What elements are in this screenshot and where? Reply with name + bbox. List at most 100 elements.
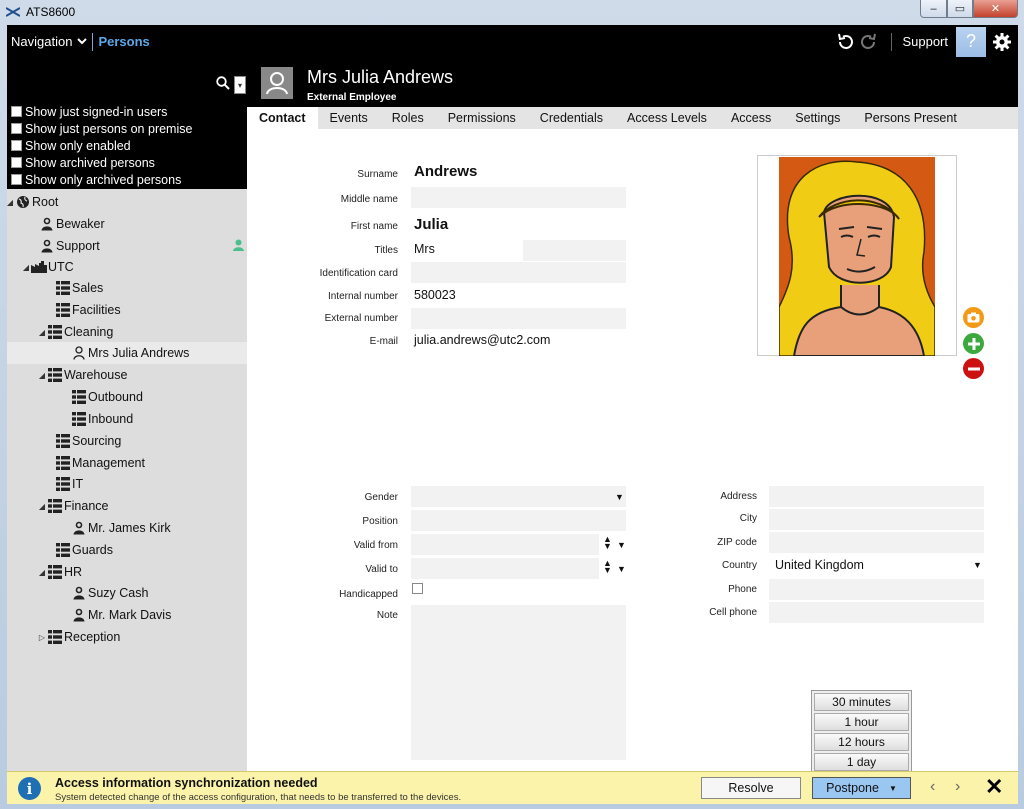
postpone-option[interactable]: 1 day — [814, 753, 909, 771]
breadcrumb-persons[interactable]: Persons — [98, 34, 149, 49]
tab-settings[interactable]: Settings — [783, 107, 852, 129]
tree-node[interactable]: Sourcing — [7, 430, 247, 452]
tab-access-levels[interactable]: Access Levels — [615, 107, 719, 129]
maximize-button[interactable]: ▭ — [947, 0, 973, 18]
filter-option[interactable]: Show only enabled — [7, 137, 247, 154]
tree-node[interactable]: Sales — [7, 277, 247, 299]
cell-phone-field[interactable] — [769, 602, 984, 623]
gear-icon[interactable] — [990, 30, 1014, 54]
gender-select[interactable] — [411, 486, 626, 507]
expander-icon[interactable]: ◢ — [7, 198, 15, 207]
tree-node[interactable]: Bewaker — [7, 213, 247, 235]
tree-node[interactable]: ◢ Cleaning — [7, 321, 247, 343]
undo-icon[interactable] — [833, 30, 857, 54]
surname-field[interactable]: Andrews — [414, 163, 477, 180]
handicapped-checkbox[interactable] — [412, 583, 423, 594]
tab-events[interactable]: Events — [318, 107, 380, 129]
first-name-field[interactable]: Julia — [414, 216, 448, 233]
identification-card-field[interactable] — [411, 262, 626, 283]
filter-checkbox[interactable] — [11, 140, 22, 151]
tab-permissions[interactable]: Permissions — [436, 107, 528, 129]
filter-option[interactable]: Show archived persons — [7, 154, 247, 171]
department-icon — [71, 411, 87, 427]
valid-to-field[interactable] — [411, 558, 599, 579]
tree-node[interactable]: Mr. Mark Davis — [7, 604, 247, 626]
filter-option[interactable]: Show only archived persons — [7, 171, 247, 188]
filter-checkbox[interactable] — [11, 123, 22, 134]
tab-credentials[interactable]: Credentials — [528, 107, 615, 129]
user-name[interactable]: Support — [902, 34, 948, 49]
department-icon — [47, 367, 63, 383]
internal-number-field[interactable]: 580023 — [414, 288, 456, 302]
tree-node[interactable]: ◢ Warehouse — [7, 364, 247, 386]
filter-checkbox[interactable] — [11, 106, 22, 117]
tab-contact[interactable]: Contact — [247, 107, 318, 129]
tree-node[interactable]: Mr. James Kirk — [7, 517, 247, 539]
expander-icon[interactable]: ◢ — [21, 263, 31, 272]
tree-node[interactable]: Guards — [7, 539, 247, 561]
postpone-option[interactable]: 30 minutes — [814, 693, 909, 711]
country-select[interactable]: United Kingdom — [775, 558, 864, 572]
close-window-button[interactable]: ✕ — [973, 0, 1018, 18]
tree-node[interactable]: IT — [7, 473, 247, 495]
tab-persons-present[interactable]: Persons Present — [852, 107, 968, 129]
filter-checkbox[interactable] — [11, 157, 22, 168]
expander-icon[interactable]: ◢ — [37, 502, 47, 511]
expander-icon[interactable]: ◢ — [37, 328, 47, 337]
postpone-option[interactable]: 12 hours — [814, 733, 909, 751]
middle-name-label: Middle name — [340, 194, 398, 205]
phone-field[interactable] — [769, 579, 984, 600]
position-field[interactable] — [411, 510, 626, 531]
tab-access[interactable]: Access — [719, 107, 783, 129]
tree-node[interactable]: Inbound — [7, 408, 247, 430]
previous-notification-icon[interactable]: ‹ — [930, 778, 935, 796]
avatar[interactable]: ? — [956, 26, 986, 57]
add-photo-icon[interactable] — [963, 333, 984, 354]
filter-label: Show just persons on premise — [25, 121, 193, 136]
expander-icon[interactable]: ▷ — [37, 633, 47, 642]
zip-code-field[interactable] — [769, 532, 984, 553]
handicapped-label: Handicapped — [339, 589, 398, 600]
redo-icon[interactable] — [857, 30, 881, 54]
expander-icon[interactable]: ◢ — [37, 568, 47, 577]
tree-node[interactable]: ▷ Reception — [7, 626, 247, 648]
titles-suffix-field[interactable] — [523, 240, 626, 261]
city-field[interactable] — [769, 509, 984, 530]
valid-from-field[interactable] — [411, 534, 599, 555]
tree-node[interactable]: ◢ Root — [7, 191, 247, 213]
address-field[interactable] — [769, 486, 984, 507]
external-number-field[interactable] — [411, 308, 626, 329]
tree-node[interactable]: Suzy Cash — [7, 582, 247, 604]
resolve-button[interactable]: Resolve — [701, 777, 801, 799]
filter-label: Show only archived persons — [25, 172, 182, 187]
email-field[interactable]: julia.andrews@utc2.com — [414, 333, 550, 347]
person-icon — [39, 216, 55, 232]
middle-name-field[interactable] — [411, 187, 626, 208]
window-controls: – ▭ ✕ — [920, 0, 1018, 18]
postpone-button[interactable]: Postpone ▼ — [812, 777, 911, 799]
filter-checkbox[interactable] — [11, 174, 22, 185]
search-icon[interactable] — [216, 76, 230, 90]
expander-icon[interactable]: ◢ — [37, 371, 47, 380]
tree-node[interactable]: Facilities — [7, 299, 247, 321]
tree-node[interactable]: Outbound — [7, 386, 247, 408]
note-textarea[interactable] — [411, 605, 626, 760]
remove-photo-icon[interactable] — [963, 358, 984, 379]
next-notification-icon[interactable]: › — [955, 778, 960, 796]
filter-option[interactable]: Show just signed-in users — [7, 103, 247, 120]
camera-icon[interactable] — [963, 307, 984, 328]
tree-node[interactable]: Mrs Julia Andrews — [7, 342, 247, 364]
close-notification-button[interactable]: ✕ — [985, 774, 1003, 800]
postpone-option[interactable]: 1 hour — [814, 713, 909, 731]
filter-option[interactable]: Show just persons on premise — [7, 120, 247, 137]
tab-roles[interactable]: Roles — [380, 107, 436, 129]
tree-node[interactable]: ◢ UTC — [7, 256, 247, 278]
titles-field[interactable]: Mrs — [414, 242, 435, 256]
minimize-button[interactable]: – — [920, 0, 947, 18]
tree-node[interactable]: ◢ HR — [7, 561, 247, 583]
search-options-dropdown[interactable]: ▾ — [234, 76, 246, 94]
tree-node[interactable]: Support — [7, 235, 247, 257]
navigation-menu-button[interactable]: Navigation — [7, 34, 88, 49]
tree-node[interactable]: Management — [7, 452, 247, 474]
tree-node[interactable]: ◢ Finance — [7, 495, 247, 517]
